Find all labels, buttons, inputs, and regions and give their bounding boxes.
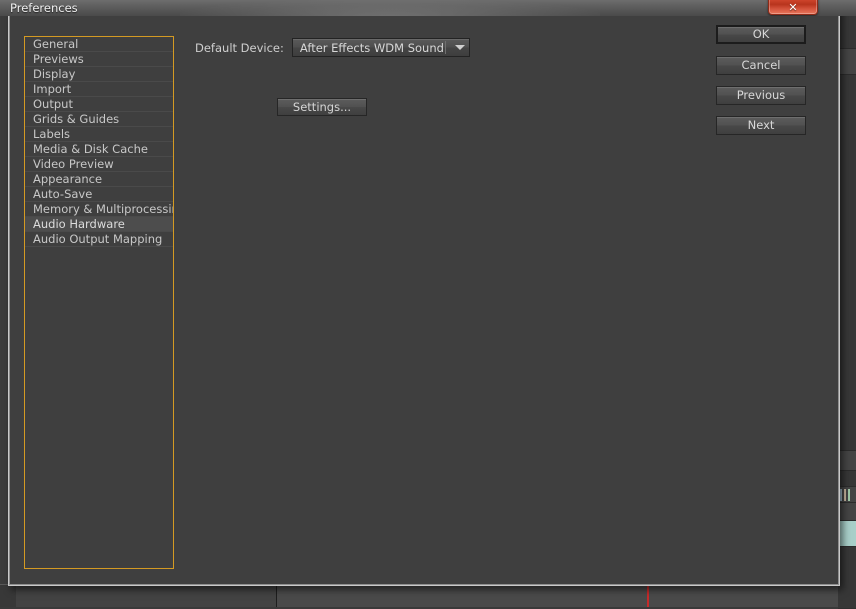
rail-cell: [838, 502, 856, 522]
sidebar-item-display[interactable]: Display: [25, 67, 173, 82]
sidebar-item-memory-multiprocessing[interactable]: Memory & Multiprocessing: [25, 202, 173, 217]
default-device-row: Default Device: After Effects WDM Sound: [195, 38, 470, 57]
sidebar-item-appearance[interactable]: Appearance: [25, 172, 173, 187]
sidebar-item-import[interactable]: Import: [25, 82, 173, 97]
titlebar-sheen: [180, 0, 600, 16]
timeline-playhead: [647, 585, 649, 607]
rail-cell-highlight: [838, 520, 856, 548]
timeline-layer-column: [0, 585, 277, 607]
rail-cell: [838, 48, 856, 76]
default-device-label: Default Device:: [195, 40, 284, 55]
next-button[interactable]: Next: [716, 116, 806, 135]
timeline-left-edge: [0, 585, 16, 607]
sidebar-item-audio-output-mapping[interactable]: Audio Output Mapping: [25, 232, 173, 247]
sidebar-item-output[interactable]: Output: [25, 97, 173, 112]
dropdown-separator: [444, 41, 446, 54]
close-button[interactable]: ✕: [768, 0, 818, 15]
timeline-track-area: [277, 585, 838, 607]
sidebar-item-previews[interactable]: Previews: [25, 52, 173, 67]
sidebar-item-video-preview[interactable]: Video Preview: [25, 157, 173, 172]
previous-button[interactable]: Previous: [716, 86, 806, 105]
sidebar-item-media-disk-cache[interactable]: Media & Disk Cache: [25, 142, 173, 157]
default-device-dropdown[interactable]: After Effects WDM Sound: [291, 38, 470, 57]
sidebar-item-auto-save[interactable]: Auto-Save: [25, 187, 173, 202]
sidebar-item-grids-guides[interactable]: Grids & Guides: [25, 112, 173, 127]
rail-cell: [838, 74, 856, 452]
rail-cell: [838, 546, 856, 609]
preferences-dialog: General Previews Display Import Output Grids …: [8, 0, 840, 586]
background-timeline: [0, 584, 838, 607]
sidebar-item-labels[interactable]: Labels: [25, 127, 173, 142]
rail-color-swatches-icon: [839, 489, 855, 501]
preferences-category-list[interactable]: General Previews Display Import Output Grids …: [24, 36, 174, 569]
sidebar-item-audio-hardware[interactable]: Audio Hardware: [25, 217, 173, 232]
window-title: Preferences: [10, 1, 78, 15]
window-titlebar[interactable]: Preferences ✕: [0, 0, 856, 16]
default-device-value: After Effects WDM Sound: [299, 40, 444, 55]
settings-button[interactable]: Settings...: [277, 98, 367, 116]
close-icon: ✕: [788, 1, 798, 14]
cancel-button[interactable]: Cancel: [716, 56, 806, 75]
sidebar-item-general[interactable]: General: [25, 37, 173, 52]
ok-button[interactable]: OK: [716, 25, 806, 44]
chevron-down-icon: [451, 45, 469, 50]
rail-cell: [838, 450, 856, 472]
